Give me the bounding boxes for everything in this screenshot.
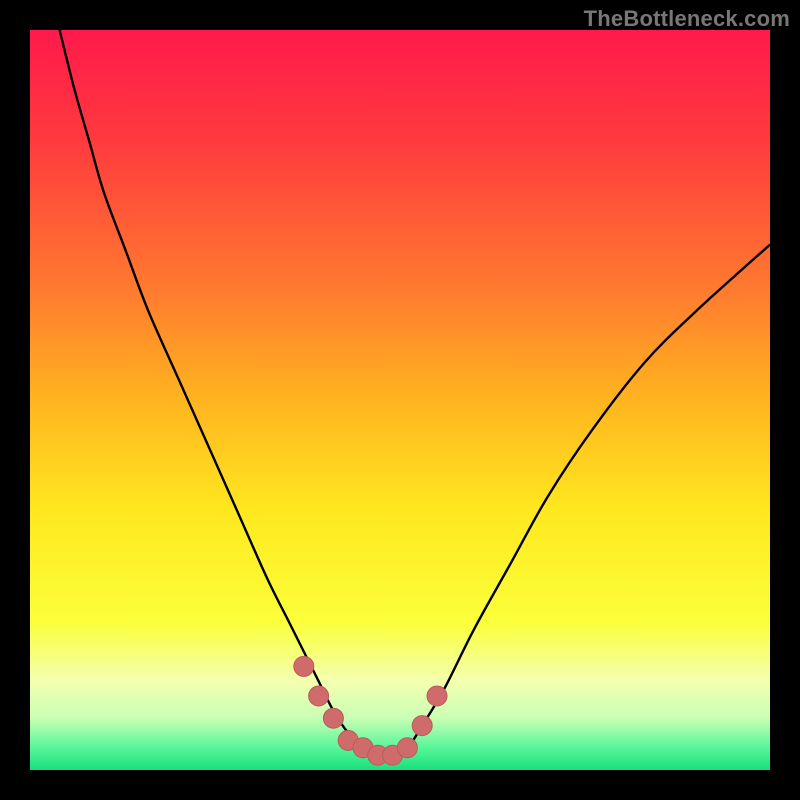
highlighted-point	[397, 738, 417, 758]
highlighted-point	[412, 716, 432, 736]
highlighted-point	[309, 686, 329, 706]
outer-frame: TheBottleneck.com	[0, 0, 800, 800]
gradient-background	[30, 30, 770, 770]
plot-area	[30, 30, 770, 770]
watermark-text: TheBottleneck.com	[584, 6, 790, 32]
highlighted-point	[323, 708, 343, 728]
chart-svg	[30, 30, 770, 770]
highlighted-point	[427, 686, 447, 706]
highlighted-point	[294, 656, 314, 676]
